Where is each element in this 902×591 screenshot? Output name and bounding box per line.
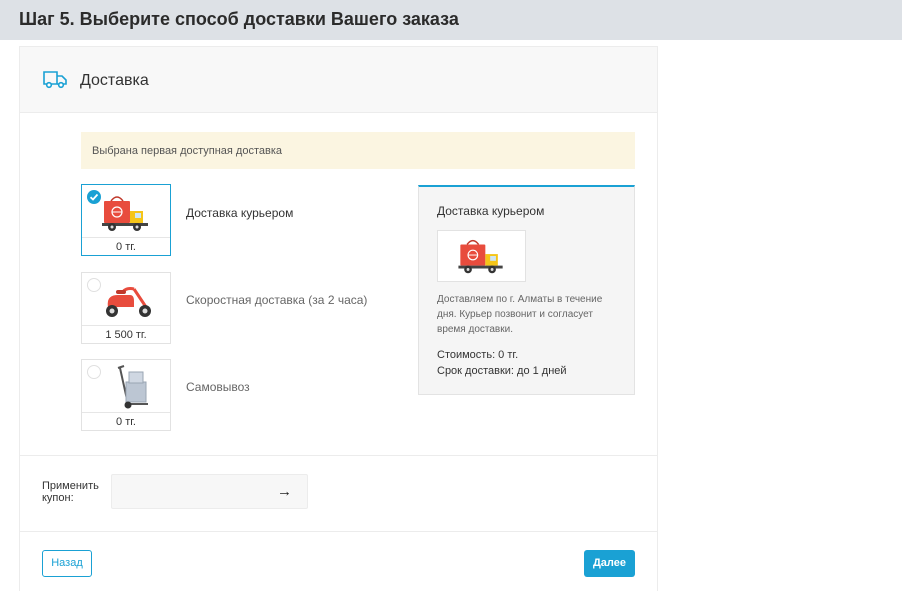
option-card-express[interactable]: 1 500 тг. [81, 272, 171, 344]
panel-title: Доставка [80, 72, 149, 89]
option-price: 1 500 тг. [105, 329, 147, 341]
option-divider [82, 412, 170, 413]
check-icon [89, 193, 99, 201]
arrow-right-icon[interactable]: → [277, 483, 292, 500]
notice-text: Выбрана первая доступная доставка [92, 145, 283, 157]
radio-unselected-icon[interactable] [87, 278, 101, 292]
radio-selected-icon[interactable] [87, 190, 101, 204]
truck-icon [43, 71, 67, 89]
detail-description: Доставляем по г. Алматы в течение дня. К… [437, 294, 603, 335]
option-divider [82, 237, 170, 238]
next-button[interactable]: Далее [584, 550, 635, 577]
option-price: 0 тг. [116, 241, 136, 253]
detail-term: Срок доставки: до 1 дней [437, 365, 567, 377]
notice-banner: Выбрана первая доступная доставка [81, 132, 635, 169]
detail-title: Доставка курьером [437, 204, 545, 218]
option-label-express[interactable]: Скоростная доставка (за 2 часа) [186, 293, 367, 307]
option-label-pickup[interactable]: Самовывоз [186, 380, 250, 394]
detail-image [437, 230, 526, 282]
detail-cost: Стоимость: 0 тг. [437, 349, 519, 361]
step-title: Шаг 5. Выберите способ доставки Вашего з… [19, 9, 459, 29]
divider [20, 531, 657, 532]
delivery-detail-box: Доставка курьером Доставляем по г. Алмат… [418, 185, 635, 395]
back-button[interactable]: Назад [42, 550, 92, 577]
coupon-input[interactable]: → [111, 474, 308, 509]
delivery-panel: Доставка Выбрана первая доступная достав… [19, 46, 658, 591]
courier-truck-icon [458, 239, 503, 274]
panel-header: Доставка [20, 47, 657, 113]
option-card-courier[interactable]: 0 тг. [81, 184, 171, 256]
option-card-pickup[interactable]: 0 тг. [81, 359, 171, 431]
option-divider [82, 325, 170, 326]
step-header: Шаг 5. Выберите способ доставки Вашего з… [0, 0, 902, 40]
divider [20, 455, 657, 456]
coupon-label: Применить купон: [42, 480, 99, 504]
radio-unselected-icon[interactable] [87, 365, 101, 379]
option-label-courier[interactable]: Доставка курьером [186, 206, 293, 220]
option-price: 0 тг. [116, 416, 136, 428]
